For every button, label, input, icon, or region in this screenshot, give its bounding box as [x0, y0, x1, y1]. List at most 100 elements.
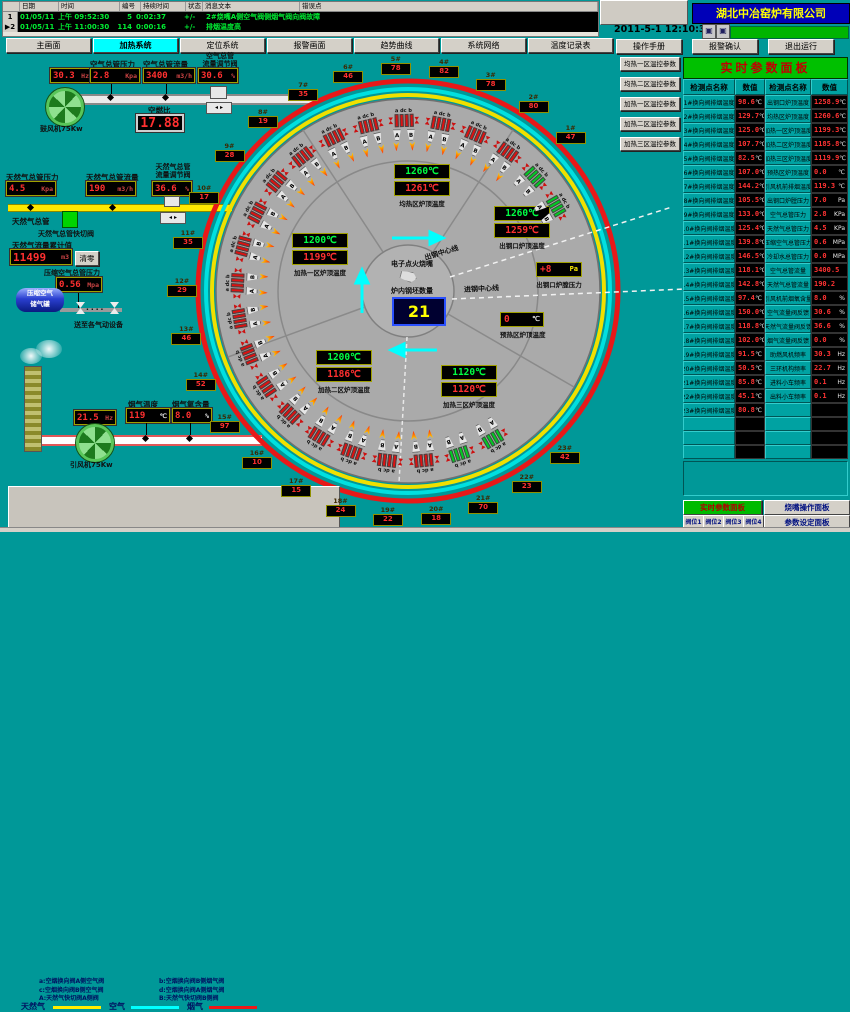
param-value — [735, 431, 765, 445]
burner-badge-3#: 3#78 — [476, 72, 506, 91]
param-name: 三环机构频率 — [765, 361, 811, 375]
flame-icon — [395, 431, 403, 441]
param-value — [811, 417, 848, 431]
param-name: 12#换向阀排烟温度 — [683, 249, 735, 263]
param-value: 107.7℃ — [735, 137, 765, 151]
menu-action-3[interactable]: 退出运行 — [768, 39, 834, 54]
param-name: 16#换向阀排烟温度 — [683, 305, 735, 319]
status-icon-1[interactable]: ▣ — [702, 24, 716, 39]
burner-badge-7#: 7#35 — [288, 82, 318, 101]
hearth-pressure-display: +8 Pa 出钢口炉膛压力 — [536, 262, 582, 289]
air-valve-spinner[interactable]: ◂ ▸ — [206, 102, 232, 114]
burner-valve-icon — [398, 458, 404, 466]
param-name: 8#换向阀排烟温度 — [683, 193, 735, 207]
param-value: 98.6℃ — [735, 95, 765, 109]
flame-icon — [393, 142, 400, 151]
zone-param-button-4[interactable]: 加热二区温控参数 — [620, 117, 680, 131]
menu-tab-5[interactable]: 趋势曲线 — [354, 38, 439, 53]
flame-icon — [265, 332, 276, 342]
gas-pressure-display: 4.5Kpa — [6, 181, 56, 196]
menu-action-1[interactable]: 操作手册 — [616, 39, 682, 54]
param-row: 21#换向阀排烟温度85.8℃进料小车频率0.1Hz — [683, 375, 848, 389]
flue-o2-display: 8.0% — [172, 408, 212, 423]
legend-entry: A:天然气快切阀A侧阀 — [39, 993, 99, 1002]
param-row: 12#换向阀排烟温度146.5℃冷却水总管压力0.0MPa — [683, 249, 848, 263]
param-name: 5#换向阀排烟温度 — [683, 151, 735, 165]
gas-valve-spinner[interactable]: ◂ ▸ — [160, 212, 186, 224]
param-name: 18#换向阀排烟温度 — [683, 333, 735, 347]
realtime-panel-button[interactable]: 实时参数面板 — [683, 500, 762, 515]
param-value: 30.3Hz — [811, 347, 848, 361]
burner-badge-23#: 23#42 — [550, 445, 580, 464]
heat2-setpoint: 1200℃ — [316, 350, 372, 365]
burner-valve-icon — [408, 458, 414, 465]
flame-icon — [362, 147, 371, 157]
param-value: 91.5℃ — [735, 347, 765, 361]
menu-tab-4[interactable]: 报警画面 — [267, 38, 352, 53]
menu-tab-2[interactable]: 加热系统 — [93, 38, 178, 53]
param-value — [735, 445, 765, 459]
menu-tab-3[interactable]: 定位系统 — [180, 38, 265, 53]
billet-count-display: 21 — [392, 297, 446, 326]
burner-b-icon: B — [344, 429, 357, 444]
menu-tab-1[interactable]: 主画面 — [6, 38, 91, 53]
zone-param-button-1[interactable]: 均热一区温控参数 — [620, 57, 680, 71]
zone-param-button-3[interactable]: 加热一区温控参数 — [620, 97, 680, 111]
param-row: 13#换向阀排烟温度118.1℃空气总管流量3400.5 — [683, 263, 848, 277]
gas-cutoff-valve-icon[interactable] — [62, 211, 78, 228]
hearth-pressure-unit: Pa — [570, 263, 578, 276]
burner-valve-icon — [434, 456, 440, 463]
zone-param-button-5[interactable]: 加热三区温控参数 — [620, 137, 680, 151]
param-value: 22.7Hz — [811, 361, 848, 375]
flame-icon — [379, 429, 387, 439]
gas-main-pipe — [8, 204, 232, 212]
param-name: 14#换向阀排烟温度 — [683, 277, 735, 291]
param-row: 10#换向阀排烟温度125.4℃天然气总管压力4.5KPa — [683, 221, 848, 235]
status-icon-2[interactable]: ▣ — [716, 24, 730, 39]
dots: ···· — [86, 305, 105, 314]
param-value: 118.1℃ — [735, 263, 765, 277]
param-row: 2#换向阀排烟温度129.7℃均热区炉顶温度1260.6℃ — [683, 109, 848, 123]
zone-param-button-2[interactable]: 均热二区温控参数 — [620, 77, 680, 91]
alarm-row[interactable]: ▶2 01/05/11 上午 11:00:30 114 0:00:16 +/- … — [3, 22, 598, 32]
param-name: 出料小车频率 — [765, 389, 811, 403]
clear-total-button[interactable]: 清零 — [75, 251, 99, 266]
param-row — [683, 445, 848, 459]
heat2-label: 加热二区炉顶温度 — [316, 384, 372, 394]
air-pressure-display: 2.8Kpa — [90, 68, 140, 83]
gas-cutoff-label: 天然气总管快切阀 — [38, 229, 94, 239]
flame-icon — [259, 303, 269, 311]
legend-gas-label: 天然气 — [21, 1001, 45, 1012]
menu-tab-6[interactable]: 系统网络 — [441, 38, 526, 53]
burner-badge-11#: 11#35 — [173, 230, 203, 249]
valve-bar — [404, 114, 408, 127]
burner-b-icon: B — [438, 132, 450, 146]
burner-valve-icon — [469, 445, 476, 453]
param-value: 0.1Hz — [811, 375, 848, 389]
param-value: 107.0℃ — [735, 165, 765, 179]
menu-action-2[interactable]: 报警确认 — [692, 39, 758, 54]
id-fan-label: 引风机75Kw — [70, 460, 113, 470]
param-row: 18#换向阀排烟温度102.0℃烟气流量阀反馈0.0% — [683, 333, 848, 347]
param-value: 118.8℃ — [735, 319, 765, 333]
param-value: 102.0℃ — [735, 333, 765, 347]
alarm-row[interactable]: 1 01/05/11 上午 09:52:30 5 0:02:37 +/- 2#烧… — [3, 12, 598, 22]
burner-panel-button[interactable]: 烧嘴操作面板 — [764, 500, 850, 515]
param-row: 20#换向阀排烟温度50.5℃三环机构频率22.7Hz — [683, 361, 848, 375]
flame-icon — [278, 213, 289, 223]
menu-tab-7[interactable]: 温度记录表 — [528, 38, 613, 53]
preheat-zone-display: 0 ℃ 预热区炉顶温度 — [500, 312, 544, 339]
heat1-setpoint: 1200℃ — [292, 233, 348, 248]
compressed-air-display: 0.56Mpa — [56, 277, 102, 292]
burner-b-icon: B — [410, 441, 421, 454]
param-name — [765, 431, 811, 445]
param-name — [683, 431, 735, 445]
param-name: 出钢口炉膛压力 — [765, 193, 811, 207]
valve-bar — [399, 114, 403, 127]
alarm-log[interactable]: 日期 时间 编号 持续时间 状态 消息文本 错误点 1 01/05/11 上午 … — [2, 1, 599, 37]
param-name: 冷却水总管压力 — [765, 249, 811, 263]
heat1-zone-display: 1200℃ 1199℃ 加热一区炉顶温度 — [292, 233, 348, 277]
alarm-col-errorpoint: 错误点 — [300, 2, 598, 11]
burner-valve-icon — [235, 267, 242, 272]
valve-bar — [409, 114, 413, 127]
